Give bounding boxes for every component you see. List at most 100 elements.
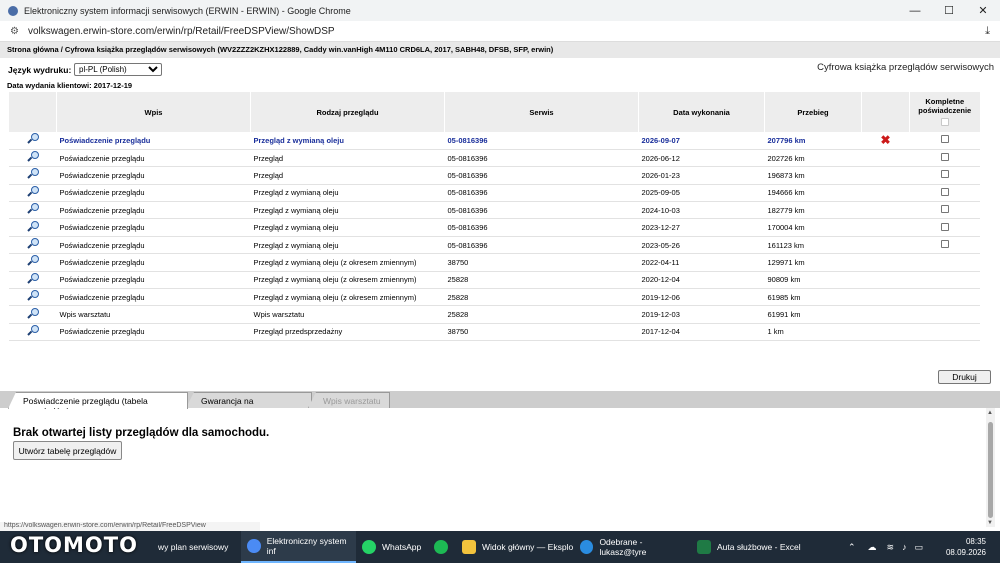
cell-wpis: Poświadczenie przeglądu [56,201,251,220]
magnifier-icon[interactable] [27,255,39,267]
cell-przebieg: 182779 km [764,201,862,220]
cell-przebieg: 194666 km [764,184,862,203]
url-field[interactable]: volkswagen.erwin-store.com/erwin/rp/Reta… [28,26,335,37]
header-kompletne: Kompletne poświadczenie [909,92,980,132]
taskbar-item-label: Odebrane - lukasz@tyre [599,537,647,557]
complete-checkbox[interactable] [940,135,949,144]
tab-rust-warranty[interactable]: Gwarancja na przerdzewienia [186,392,312,408]
header-kompletne-label: Kompletne poświadczenie [918,96,972,115]
cell-rodzaj: Przegląd z wymianą oleju (z okresem zmie… [250,253,445,272]
checkbox-cell [909,201,980,220]
select-all-checkbox [940,117,949,126]
complete-checkbox[interactable] [940,222,949,231]
table-row: Poświadczenie przeglądu Przegląd 05-081639… [8,149,980,168]
magnifier-icon[interactable] [27,307,39,320]
complete-checkbox[interactable] [940,205,949,214]
cell-wpis: Poświadczenie przeglądu [56,218,251,237]
volume-icon[interactable]: ♪ [902,542,907,552]
checkbox-cell [909,271,980,290]
delete-cell [861,288,910,307]
document-title: Cyfrowa książka przeglądów serwisowych [817,62,994,73]
magnifier-icon[interactable] [27,185,39,198]
complete-checkbox[interactable] [940,187,949,196]
complete-checkbox[interactable] [940,240,949,249]
view-entry-icon [8,288,57,307]
taskbar-item-excel[interactable]: Auta służbowe - Excel [697,531,802,563]
complete-checkbox[interactable] [940,153,949,162]
clock-time: 08:35 [965,537,986,546]
cell-rodzaj: Przegląd z wymianą oleju (z okresem zmie… [250,271,445,290]
magnifier-icon[interactable] [27,290,39,302]
header-wpis: Wpis [56,92,251,132]
cell-serwis: 05-0816396 [444,218,639,237]
issue-date: Data wydania klientowi: 2017-12-19 [7,81,133,90]
cell-wpis: Poświadczenie przeglądu [56,132,251,150]
create-table-button[interactable]: Utwórz tabelę przeglądów [13,441,122,460]
whatsapp-icon [362,540,376,554]
site-settings-icon[interactable]: ⚙ [10,26,20,37]
panel-scrollbar[interactable]: ▲ ▼ [986,408,995,527]
cell-przebieg: 196873 km [764,166,862,185]
taskbar-item-whatsapp[interactable]: WhatsApp [362,531,432,563]
cell-wpis: Poświadczenie przeglądu [56,271,251,290]
excel-icon [697,540,711,554]
delete-cell [861,184,910,203]
magnifier-icon[interactable] [27,324,39,337]
close-button[interactable]: ✕ [966,0,1000,21]
cell-rodzaj: Wpis warsztatu [250,305,445,324]
magnifier-icon[interactable] [27,238,39,250]
magnifier-icon[interactable] [27,272,39,285]
taskbar-item-chrome[interactable]: Elektroniczny system inf [241,531,356,563]
battery-icon[interactable]: ▭ [915,542,924,553]
taskbar-item-label: wy plan serwisowy [158,542,229,552]
system-tray: ⌃ ☁ ≋ ♪ ▭ [848,531,923,563]
scroll-down-icon[interactable]: ▼ [987,520,993,526]
maximize-button[interactable]: ☐ [932,0,966,21]
header-view [8,92,57,132]
edge-icon [580,540,594,554]
cell-wpis: Wpis warsztatu [56,305,251,324]
language-select[interactable]: pl-PL (Polish) [74,63,162,76]
tab-strip: Poświadczenie przeglądu (tabela przegląd… [0,391,1000,409]
taskbar-item-mail[interactable]: Odebrane - lukasz@tyre [580,531,688,563]
taskbar-item-service-plan[interactable]: wy plan serwisowy [158,531,238,563]
delete-cell [861,305,910,324]
service-table: Wpis Rodzaj przeglądu Serwis Data wykona… [8,92,980,342]
print-button[interactable]: Drukuj [938,370,991,384]
cloud-icon[interactable]: ☁ [868,542,877,553]
delete-icon[interactable]: ✖ [880,133,890,147]
taskbar-item-spotify[interactable] [434,531,454,563]
delete-cell: ✖ [861,132,910,150]
complete-checkbox[interactable] [940,170,949,179]
view-entry-icon [8,253,57,272]
wifi-icon[interactable]: ≋ [887,542,895,553]
checkbox-cell [909,184,980,203]
checkbox-cell [909,305,980,324]
download-icon[interactable]: ⤓ [985,25,990,38]
cell-rodzaj: Przegląd z wymianą oleju [250,218,445,237]
scroll-up-icon[interactable]: ▲ [987,410,993,416]
magnifier-icon[interactable] [27,151,39,163]
chevron-up-icon[interactable]: ⌃ [848,542,856,553]
cell-wpis: Poświadczenie przeglądu [56,253,251,272]
tab-service-certification[interactable]: Poświadczenie przeglądu (tabela przegląd… [8,392,188,409]
taskbar-clock[interactable]: 08:35 08.09.2026 [946,536,986,558]
minimize-button[interactable]: — [898,0,932,21]
cell-rodzaj: Przegląd z wymianą oleju [250,184,445,203]
magnifier-icon[interactable] [27,220,39,233]
cell-przebieg: 90809 km [764,271,862,290]
cell-przebieg: 161123 km [764,236,862,255]
view-entry-icon [8,323,57,342]
tab-panel: Brak otwartej listy przeglądów dla samoc… [5,408,986,527]
cell-przebieg: 61991 km [764,305,862,324]
magnifier-icon[interactable] [27,133,39,145]
folder-icon [462,540,476,554]
scrollbar-thumb[interactable] [988,422,993,518]
status-url: https://volkswagen.erwin-store.com/erwin… [0,522,260,531]
magnifier-icon[interactable] [27,203,39,215]
delete-cell [861,166,910,185]
taskbar-item-explorer[interactable]: Widok główny — Eksplo [462,531,574,563]
cell-serwis: 38750 [444,323,639,342]
magnifier-icon[interactable] [27,168,39,180]
checkbox-cell [909,149,980,168]
